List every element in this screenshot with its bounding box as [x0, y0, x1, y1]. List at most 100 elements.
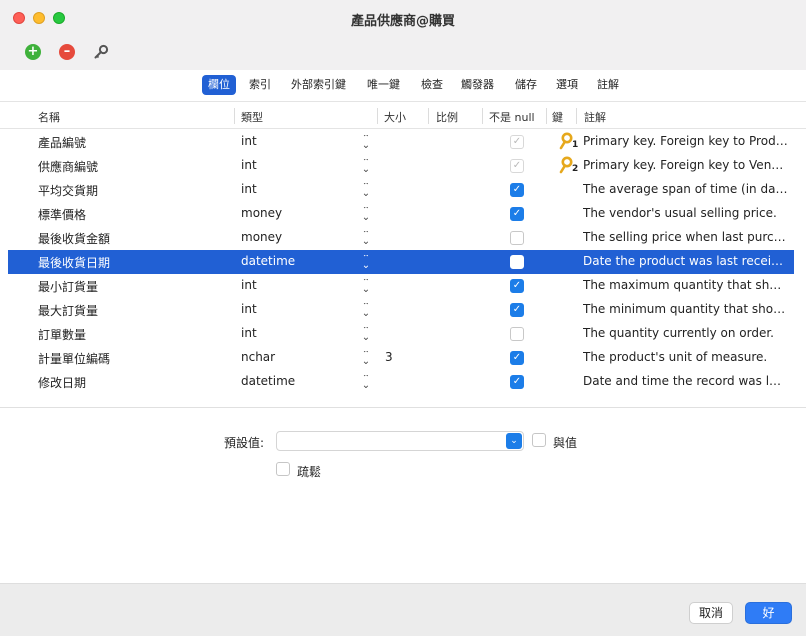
- tab-triggers[interactable]: 觸發器: [455, 75, 500, 95]
- cancel-button[interactable]: 取消: [689, 602, 733, 624]
- chevron-down-icon[interactable]: ⌄: [506, 433, 522, 449]
- field-type-cell[interactable]: int: [241, 326, 351, 340]
- field-name-cell[interactable]: 計量單位編碼: [38, 350, 228, 367]
- field-name-cell[interactable]: 訂單數量: [38, 326, 228, 343]
- field-name-cell[interactable]: 產品編號: [38, 134, 228, 151]
- remove-field-button[interactable]: –: [59, 44, 75, 60]
- type-stepper-icon[interactable]: ⌃ ⌄: [360, 303, 372, 317]
- table-row[interactable]: 平均交貨期 int ⌃ ⌄ ✓ The average span of time (in …: [8, 178, 794, 202]
- tab-indexes[interactable]: 索引: [243, 75, 277, 95]
- field-type-cell[interactable]: int: [241, 158, 351, 172]
- table-row[interactable]: 最後收貨日期 datetime ⌃ ⌄ Date the product was las…: [8, 250, 794, 274]
- field-name-cell[interactable]: 平均交貨期: [38, 182, 228, 199]
- tab-foreign-keys[interactable]: 外部索引鍵: [285, 75, 352, 95]
- not-null-checkbox[interactable]: ✓: [510, 159, 524, 173]
- field-comment-cell[interactable]: Primary key. Foreign key to Vend...: [583, 158, 788, 172]
- field-comment-cell[interactable]: The quantity currently on order.: [583, 326, 788, 340]
- table-row[interactable]: 最後收貨金額 money ⌃ ⌄ The selling price when last…: [8, 226, 794, 250]
- type-stepper-icon[interactable]: ⌃ ⌄: [360, 351, 372, 365]
- field-type-cell[interactable]: int: [241, 182, 351, 196]
- field-comment-cell[interactable]: The product's unit of measure.: [583, 350, 788, 364]
- primary-key-button[interactable]: [93, 44, 109, 60]
- field-type-cell[interactable]: int: [241, 278, 351, 292]
- not-null-checkbox[interactable]: [510, 231, 524, 245]
- not-null-checkbox[interactable]: ✓: [510, 303, 524, 317]
- field-type-cell[interactable]: int: [241, 302, 351, 316]
- ok-button[interactable]: 好: [745, 602, 792, 624]
- not-null-checkbox[interactable]: ✓: [510, 279, 524, 293]
- key-order-label: 2: [572, 164, 579, 174]
- field-name-cell[interactable]: 最後收貨日期: [38, 254, 228, 271]
- not-null-checkbox[interactable]: ✓: [510, 183, 524, 197]
- field-type-cell[interactable]: money: [241, 206, 351, 220]
- field-comment-cell[interactable]: Date and time the record was last...: [583, 374, 788, 388]
- tab-comments[interactable]: 註解: [591, 75, 625, 95]
- tab-options[interactable]: 選項: [550, 75, 584, 95]
- with-values-checkbox[interactable]: [532, 433, 546, 447]
- default-value-combo[interactable]: ⌄: [276, 431, 524, 451]
- field-name-cell[interactable]: 標準價格: [38, 206, 228, 223]
- field-type-cell[interactable]: datetime: [241, 374, 351, 388]
- not-null-checkbox[interactable]: ✓: [510, 207, 524, 221]
- type-stepper-icon[interactable]: ⌃ ⌄: [360, 135, 372, 149]
- table-row[interactable]: 修改日期 datetime ⌃ ⌄ ✓ Date and time the record …: [8, 370, 794, 394]
- field-type-cell[interactable]: nchar: [241, 350, 351, 364]
- sparse-checkbox[interactable]: [276, 462, 290, 476]
- tab-storage[interactable]: 儲存: [509, 75, 543, 95]
- tab-unique-keys[interactable]: 唯一鍵: [361, 75, 406, 95]
- toolbar: + –: [0, 36, 806, 70]
- table-row[interactable]: 計量單位編碼 nchar ⌃ ⌄ 3 ✓ The product's unit of mea…: [8, 346, 794, 370]
- column-header-comment[interactable]: 註解: [584, 109, 606, 125]
- primary-key-icon: 1: [558, 132, 580, 152]
- column-header-scale[interactable]: 比例: [436, 109, 458, 125]
- type-stepper-icon[interactable]: ⌃ ⌄: [360, 207, 372, 221]
- field-name-cell[interactable]: 最小訂貨量: [38, 278, 228, 295]
- type-stepper-icon[interactable]: ⌃ ⌄: [360, 327, 372, 341]
- field-name-cell[interactable]: 最大訂貨量: [38, 302, 228, 319]
- field-name-cell[interactable]: 供應商編號: [38, 158, 228, 175]
- with-values-label: 與值: [553, 436, 578, 450]
- field-comment-cell[interactable]: Primary key. Foreign key to Produ...: [583, 134, 788, 148]
- table-row[interactable]: 供應商編號 int ⌃ ⌄ ✓ 2 Primary key. Foreign key to …: [8, 154, 794, 178]
- table-row[interactable]: 最大訂貨量 int ⌃ ⌄ ✓ The minimum quantity that sho…: [8, 298, 794, 322]
- table-row[interactable]: 最小訂貨量 int ⌃ ⌄ ✓ The maximum quantity that sho…: [8, 274, 794, 298]
- column-divider: [234, 108, 235, 124]
- type-stepper-icon[interactable]: ⌃ ⌄: [360, 183, 372, 197]
- column-header-key[interactable]: 鍵: [552, 109, 563, 125]
- field-name-cell[interactable]: 最後收貨金額: [38, 230, 228, 247]
- field-type-cell[interactable]: int: [241, 134, 351, 148]
- field-comment-cell[interactable]: The vendor's usual selling price.: [583, 206, 788, 220]
- field-type-cell[interactable]: datetime: [241, 254, 351, 268]
- add-field-button[interactable]: +: [25, 44, 41, 60]
- field-comment-cell[interactable]: The maximum quantity that shoul...: [583, 278, 788, 292]
- not-null-checkbox[interactable]: [510, 327, 524, 341]
- type-stepper-icon[interactable]: ⌃ ⌄: [360, 255, 372, 269]
- field-comment-cell[interactable]: The selling price when last purch...: [583, 230, 788, 244]
- field-comment-cell[interactable]: The minimum quantity that shoul...: [583, 302, 788, 316]
- not-null-checkbox[interactable]: ✓: [510, 375, 524, 389]
- table-row[interactable]: 訂單數量 int ⌃ ⌄ The quantity currently on order…: [8, 322, 794, 346]
- column-header-size[interactable]: 大小: [384, 109, 406, 125]
- column-header-not-null[interactable]: 不是 null: [489, 109, 535, 125]
- not-null-checkbox[interactable]: [510, 255, 524, 269]
- field-name-cell[interactable]: 修改日期: [38, 374, 228, 391]
- not-null-checkbox[interactable]: ✓: [510, 351, 524, 365]
- tab-checks[interactable]: 檢查: [415, 75, 449, 95]
- tab-bar: 欄位 索引 外部索引鍵 唯一鍵 檢查 觸發器 儲存 選項 註解: [0, 70, 806, 102]
- field-comment-cell[interactable]: Date the product was last receive...: [583, 254, 788, 268]
- tab-fields[interactable]: 欄位: [202, 75, 236, 95]
- field-type-cell[interactable]: money: [241, 230, 351, 244]
- type-stepper-icon[interactable]: ⌃ ⌄: [360, 375, 372, 389]
- column-header-name[interactable]: 名稱: [38, 109, 60, 125]
- column-divider: [428, 108, 429, 124]
- sparse-label: 疏鬆: [297, 465, 322, 479]
- column-header-type[interactable]: 類型: [241, 109, 263, 125]
- type-stepper-icon[interactable]: ⌃ ⌄: [360, 279, 372, 293]
- not-null-checkbox[interactable]: ✓: [510, 135, 524, 149]
- field-comment-cell[interactable]: The average span of time (in day...: [583, 182, 788, 196]
- field-size-cell[interactable]: 3: [385, 350, 425, 364]
- table-row[interactable]: 產品編號 int ⌃ ⌄ ✓ 1 Primary key. Foreign key to P…: [8, 130, 794, 154]
- type-stepper-icon[interactable]: ⌃ ⌄: [360, 159, 372, 173]
- type-stepper-icon[interactable]: ⌃ ⌄: [360, 231, 372, 245]
- table-row[interactable]: 標準價格 money ⌃ ⌄ ✓ The vendor's usual selling p…: [8, 202, 794, 226]
